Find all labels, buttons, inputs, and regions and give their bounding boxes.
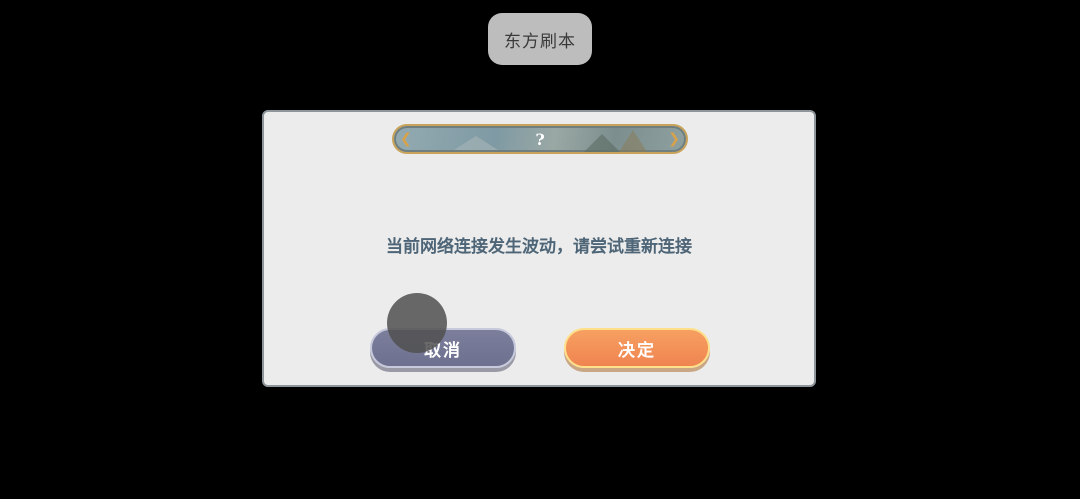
- app-toast-label: 东方刷本: [488, 13, 592, 65]
- confirm-button[interactable]: 决定: [564, 328, 710, 368]
- dialog-message: 当前网络连接发生波动，请尝试重新连接: [386, 237, 692, 257]
- network-error-dialog: ❮ ❯ ? 当前网络连接发生波动，请尝试重新连接 取消 决定: [262, 110, 816, 387]
- dialog-title-banner: ❮ ❯ ?: [392, 124, 688, 154]
- dialog-title: ?: [535, 129, 545, 149]
- touch-indicator: [387, 293, 447, 353]
